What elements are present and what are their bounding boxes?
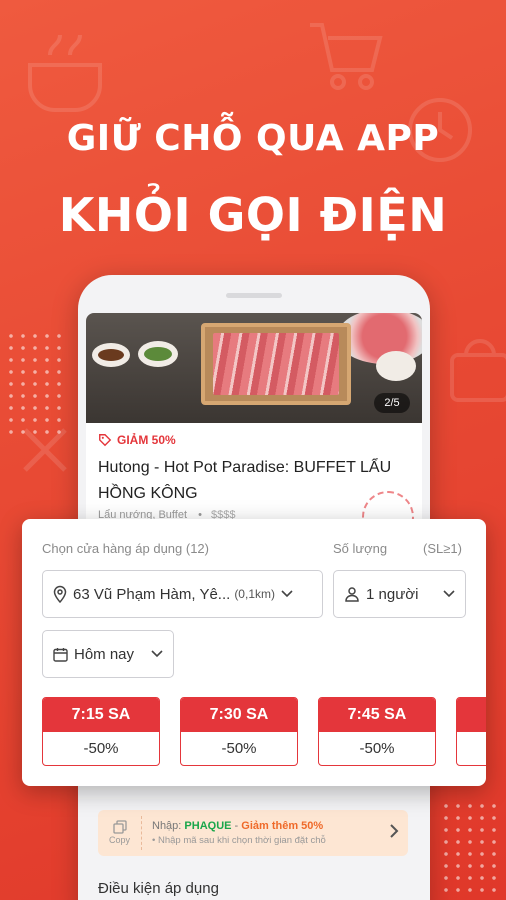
bag-doodle-icon bbox=[450, 339, 506, 402]
sauce-bowl-image bbox=[92, 343, 130, 367]
cross-doodle-icon bbox=[23, 428, 67, 472]
time-slot-partial[interactable] bbox=[456, 697, 486, 766]
location-pin-icon bbox=[53, 585, 67, 603]
discount-label: GIẢM 50% bbox=[117, 433, 176, 447]
copy-button[interactable]: Copy bbox=[98, 816, 142, 850]
promo-dash: - bbox=[231, 820, 242, 832]
conditions-section-title: Điều kiện áp dụng bbox=[98, 880, 219, 897]
promo-text: Nhập: PHAQUE - Giảm thêm 50% • Nhập mã s… bbox=[142, 820, 380, 846]
time-slot-time: 7:45 SA bbox=[319, 698, 435, 732]
time-slot-time: 7:15 SA bbox=[43, 698, 159, 732]
tag-icon bbox=[99, 434, 112, 447]
time-slot-discount: -50% bbox=[359, 740, 395, 757]
booking-panel: Chọn cửa hàng áp dụng (12) Số lượng (SL≥… bbox=[22, 519, 486, 786]
discount-tag: GIẢM 50% bbox=[98, 433, 410, 447]
calendar-icon bbox=[53, 647, 68, 662]
restaurant-image-carousel[interactable]: 2/5 bbox=[86, 313, 422, 423]
time-slot-discount: -50% bbox=[221, 740, 257, 757]
restaurant-title: Hutong - Hot Pot Paradise: BUFFET LẨU HỒ… bbox=[98, 459, 392, 502]
quantity-value: 1 người bbox=[366, 585, 419, 603]
promo-subtext: • Nhập mã sau khi chọn thời gian đặt chỗ bbox=[152, 835, 326, 846]
quantity-label: Số lượng bbox=[333, 541, 388, 556]
store-select[interactable]: 63 Vũ Phạm Hàm, Yê... (0,1km) bbox=[42, 570, 323, 618]
promo-code: PHAQUE bbox=[184, 820, 232, 832]
time-slot[interactable]: 7:15 SA -50% bbox=[42, 697, 160, 766]
chevron-down-icon bbox=[281, 590, 293, 598]
quantity-hint: (SL≥1) bbox=[423, 541, 462, 556]
promo-prefix: Nhập: bbox=[152, 820, 182, 832]
copy-icon bbox=[112, 820, 127, 834]
person-icon bbox=[345, 587, 359, 602]
store-value: 63 Vũ Phạm Hàm, Yê... bbox=[73, 585, 231, 603]
promo-extra: Giảm thêm 50% bbox=[241, 820, 324, 832]
beef-platter-image bbox=[201, 323, 351, 405]
dot-pattern-left bbox=[5, 330, 65, 440]
herb-bowl-image bbox=[138, 341, 178, 367]
headline-line-1: GIỮ CHỖ QUA APP bbox=[66, 118, 440, 159]
headline-line-2: KHỎI GỌI ĐIỆN bbox=[58, 188, 448, 242]
restaurant-card[interactable]: GIẢM 50% Hutong - Hot Pot Paradise: BUFF… bbox=[86, 423, 422, 543]
quantity-select[interactable]: 1 người bbox=[333, 570, 466, 618]
cart-doodle-icon bbox=[310, 23, 383, 90]
image-counter: 2/5 bbox=[374, 393, 410, 413]
chevron-down-icon bbox=[151, 650, 163, 658]
time-slot[interactable]: 7:30 SA -50% bbox=[180, 697, 298, 766]
time-slot-time: 7:30 SA bbox=[181, 698, 297, 732]
white-bowl-image bbox=[376, 351, 416, 381]
store-label: Chọn cửa hàng áp dụng (12) bbox=[42, 541, 209, 556]
promo-code-banner[interactable]: Copy Nhập: PHAQUE - Giảm thêm 50% • Nhập… bbox=[98, 810, 408, 856]
time-slot-discount: -50% bbox=[83, 740, 119, 757]
date-select[interactable]: Hôm nay bbox=[42, 630, 174, 678]
hotpot-doodle-icon bbox=[28, 34, 102, 112]
store-distance: (0,1km) bbox=[234, 587, 275, 601]
chevron-right-icon[interactable] bbox=[380, 823, 408, 844]
date-value: Hôm nay bbox=[74, 645, 135, 663]
dot-pattern-right bbox=[440, 800, 500, 900]
phone-speaker bbox=[226, 293, 282, 298]
time-slot[interactable]: 7:45 SA -50% bbox=[318, 697, 436, 766]
chevron-down-icon bbox=[443, 590, 455, 598]
copy-label: Copy bbox=[108, 835, 130, 845]
